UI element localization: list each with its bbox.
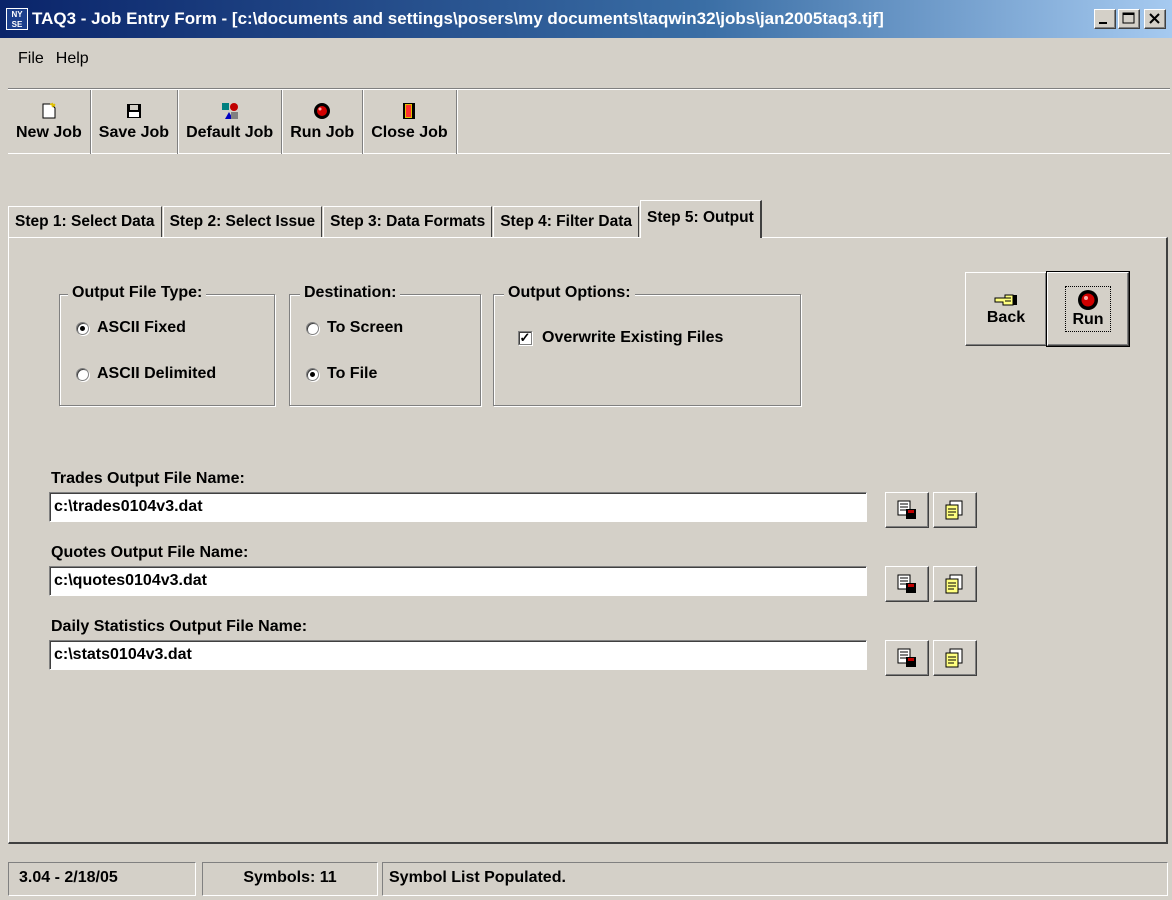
tab-select-issue-label: Step 2: Select Issue bbox=[169, 213, 316, 230]
destination-legend: Destination: bbox=[300, 284, 401, 302]
stats-output-label: Daily Statistics Output File Name: bbox=[51, 618, 308, 635]
radio-unselected-icon bbox=[306, 321, 319, 335]
close-job-label: Close Job bbox=[371, 124, 448, 141]
radio-unselected-icon bbox=[76, 367, 89, 381]
tab-output[interactable]: Step 5: Output bbox=[639, 200, 762, 238]
pointing-hand-left-icon bbox=[994, 294, 1017, 306]
maximize-button[interactable] bbox=[1118, 9, 1140, 29]
tab-data-formats[interactable]: Step 3: Data Formats bbox=[323, 206, 493, 238]
ascii-delimited-radio[interactable]: ASCII Delimited bbox=[76, 365, 216, 383]
menu-file-label: File bbox=[18, 50, 44, 67]
save-job-label: Save Job bbox=[98, 124, 170, 141]
new-job-label: New Job bbox=[16, 124, 82, 141]
run-job-button[interactable]: Run Job bbox=[282, 90, 364, 154]
overwrite-existing-label: Overwrite Existing Files bbox=[542, 329, 724, 346]
trades-view-button[interactable] bbox=[933, 492, 977, 528]
to-file-radio[interactable]: To File bbox=[306, 365, 377, 383]
run-label: Run bbox=[1072, 311, 1104, 328]
run-job-label: Run Job bbox=[290, 124, 355, 141]
view-file-icon bbox=[945, 648, 963, 668]
quotes-browse-button[interactable] bbox=[885, 566, 929, 602]
quotes-output-input[interactable] bbox=[49, 566, 867, 596]
status-message: Symbol List Populated. bbox=[382, 862, 1168, 896]
status-version-text: 3.04 - 2/18/05 bbox=[19, 869, 118, 886]
run-record-icon bbox=[1077, 290, 1098, 310]
stats-view-button[interactable] bbox=[933, 640, 977, 676]
menu-help-label: Help bbox=[55, 50, 89, 67]
save-as-file-icon bbox=[897, 648, 916, 667]
output-file-type-group: Output File Type: ASCII Fixed ASCII Deli… bbox=[59, 284, 275, 406]
save-as-file-icon bbox=[897, 500, 916, 519]
floppy-disk-icon bbox=[126, 104, 141, 118]
step-tabs: Step 1: Select Data Step 2: Select Issue… bbox=[8, 200, 763, 238]
minimize-button[interactable] bbox=[1094, 9, 1116, 29]
ascii-fixed-label: ASCII Fixed bbox=[97, 319, 186, 336]
quotes-output-label: Quotes Output File Name: bbox=[51, 544, 249, 561]
tab-filter-data[interactable]: Step 4: Filter Data bbox=[493, 206, 639, 238]
close-job-button[interactable]: Close Job bbox=[363, 90, 457, 154]
output-tab-panel: Output File Type: ASCII Fixed ASCII Deli… bbox=[8, 237, 1168, 844]
window-title: TAQ3 - Job Entry Form - [c:\documents an… bbox=[32, 9, 884, 28]
minimize-icon bbox=[1099, 22, 1107, 24]
job-entry-window: NY SE TAQ3 - Job Entry Form - [c:\documen… bbox=[0, 0, 1172, 900]
new-job-button[interactable]: New Job bbox=[8, 90, 91, 154]
output-options-legend: Output Options: bbox=[504, 284, 635, 302]
menu-bar: File Help bbox=[0, 50, 95, 74]
status-symbols-text: Symbols: 11 bbox=[243, 869, 337, 886]
tab-output-label: Step 5: Output bbox=[646, 209, 754, 226]
save-as-file-icon bbox=[897, 574, 916, 593]
overwrite-existing-checkbox[interactable]: ✓ Overwrite Existing Files bbox=[518, 329, 723, 347]
back-label: Back bbox=[986, 309, 1026, 326]
ascii-fixed-radio[interactable]: ASCII Fixed bbox=[76, 319, 186, 337]
default-job-button[interactable]: Default Job bbox=[178, 90, 283, 154]
stats-output-input[interactable] bbox=[49, 640, 867, 670]
to-file-label: To File bbox=[327, 365, 378, 382]
trades-output-label: Trades Output File Name: bbox=[51, 470, 245, 487]
tab-select-data[interactable]: Step 1: Select Data bbox=[8, 206, 162, 238]
radio-selected-icon bbox=[76, 321, 89, 335]
trades-browse-button[interactable] bbox=[885, 492, 929, 528]
checkmark-icon: ✓ bbox=[518, 330, 532, 345]
exit-door-icon bbox=[403, 103, 416, 119]
output-options-group: Output Options: ✓ Overwrite Existing Fil… bbox=[493, 284, 801, 406]
menu-file[interactable]: File bbox=[0, 50, 50, 74]
title-bar[interactable]: NY SE TAQ3 - Job Entry Form - [c:\documen… bbox=[0, 0, 1172, 38]
run-button[interactable]: Run bbox=[1046, 271, 1130, 347]
radio-selected-icon bbox=[306, 367, 319, 381]
destination-group: Destination: To Screen To File bbox=[289, 284, 481, 406]
back-button[interactable]: Back bbox=[965, 272, 1047, 346]
trades-output-input[interactable] bbox=[49, 492, 867, 522]
output-file-type-legend: Output File Type: bbox=[68, 284, 207, 302]
to-screen-radio[interactable]: To Screen bbox=[306, 319, 403, 337]
tab-data-formats-label: Step 3: Data Formats bbox=[330, 213, 486, 230]
status-message-text: Symbol List Populated. bbox=[389, 869, 566, 886]
to-screen-label: To Screen bbox=[327, 319, 404, 336]
view-file-icon bbox=[945, 500, 963, 520]
toolbar: New Job Save Job Default Job Run Job Clo… bbox=[8, 88, 1170, 154]
tab-filter-data-label: Step 4: Filter Data bbox=[500, 213, 632, 230]
run-record-icon bbox=[314, 103, 331, 119]
menu-help[interactable]: Help bbox=[50, 50, 95, 74]
view-file-icon bbox=[945, 574, 963, 594]
save-job-button[interactable]: Save Job bbox=[91, 90, 179, 154]
stats-browse-button[interactable] bbox=[885, 640, 929, 676]
status-bar: 3.04 - 2/18/05 Symbols: 11 Symbol List P… bbox=[4, 862, 1170, 898]
nyse-app-icon[interactable]: NY SE bbox=[6, 8, 28, 30]
new-document-icon bbox=[42, 102, 56, 119]
tab-select-issue[interactable]: Step 2: Select Issue bbox=[162, 206, 323, 238]
ascii-delimited-label: ASCII Delimited bbox=[97, 365, 217, 382]
maximize-icon bbox=[1122, 12, 1135, 24]
close-button[interactable] bbox=[1144, 9, 1166, 29]
shapes-icon bbox=[221, 103, 238, 119]
quotes-view-button[interactable] bbox=[933, 566, 977, 602]
status-symbols: Symbols: 11 bbox=[202, 862, 378, 896]
status-version: 3.04 - 2/18/05 bbox=[8, 862, 196, 896]
close-icon bbox=[1149, 13, 1160, 24]
tab-select-data-label: Step 1: Select Data bbox=[15, 213, 155, 230]
default-job-label: Default Job bbox=[186, 124, 274, 141]
